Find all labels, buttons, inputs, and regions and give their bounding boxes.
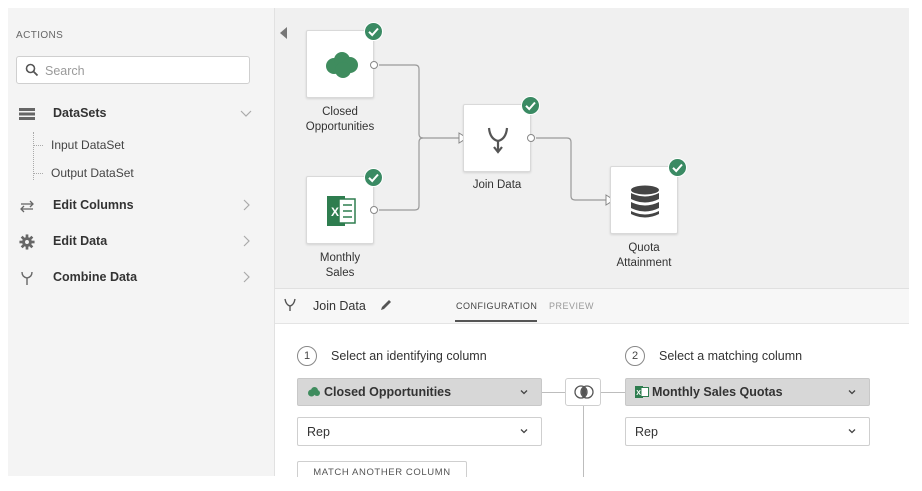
join-icon [284, 298, 296, 311]
search-box[interactable] [16, 56, 250, 84]
step-1-badge: 1 [297, 346, 317, 366]
panel-header: Join Data CONFIGURATION PREVIEW [275, 289, 909, 324]
svg-text:X: X [636, 390, 641, 397]
sidebar-title: ACTIONS [16, 30, 64, 41]
node-label-line: Sales [325, 267, 355, 279]
chevron-down-icon [240, 110, 252, 117]
node-label-line: Closed [322, 106, 358, 118]
node-label-line: Attainment [616, 257, 672, 269]
step-2-badge: 2 [625, 346, 645, 366]
action-combine-data-label: Combine Data [53, 270, 138, 284]
identifying-source-select[interactable]: Closed Opportunities [297, 378, 542, 406]
datasets-icon [19, 108, 35, 120]
matching-column-value: Rep [635, 425, 658, 439]
output-port[interactable] [370, 206, 378, 214]
check-circle-icon [521, 96, 540, 115]
connector-line [601, 392, 625, 393]
svg-text:X: X [331, 205, 339, 219]
database-icon [631, 185, 659, 218]
tab-configuration[interactable]: CONFIGURATION [456, 301, 537, 311]
action-edit-data[interactable]: Edit Data [8, 228, 274, 256]
flow-canvas[interactable]: Closed Opportunities X Monthly Sales Joi… [275, 8, 909, 288]
matching-source-select[interactable]: X Monthly Sales Quotas [625, 378, 870, 406]
sidebar-item-input-dataset[interactable]: Input DataSet [51, 138, 124, 152]
actions-sidebar: ACTIONS DataSets Input DataSet Output Da… [8, 8, 275, 476]
chevron-down-icon [520, 390, 528, 395]
chevron-right-icon [243, 199, 250, 211]
combine-icon [21, 271, 33, 285]
gear-icon [19, 234, 35, 250]
node-label-line: Monthly [319, 252, 361, 264]
chevron-down-icon [848, 390, 856, 395]
chevron-down-icon [848, 429, 856, 434]
node-label: Closed Opportunities [285, 105, 395, 135]
join-type-button[interactable] [565, 378, 601, 406]
step-1-label: Select an identifying column [331, 349, 487, 363]
edit-columns-icon [20, 200, 34, 213]
excel-icon: X [635, 386, 649, 398]
tree-branch [33, 173, 43, 174]
chevron-down-icon [520, 429, 528, 434]
join-config-panel: Join Data CONFIGURATION PREVIEW 1 Select… [275, 288, 909, 477]
tree-branch [33, 145, 43, 146]
search-input[interactable] [43, 61, 243, 81]
action-edit-columns[interactable]: Edit Columns [8, 192, 274, 220]
output-port[interactable] [370, 61, 378, 69]
identifying-source-value: Closed Opportunities [324, 385, 452, 399]
check-circle-icon [364, 168, 383, 187]
action-combine-data[interactable]: Combine Data [8, 264, 274, 292]
join-icon [487, 127, 509, 154]
pencil-icon[interactable] [379, 298, 393, 312]
action-datasets[interactable]: DataSets [8, 100, 274, 128]
node-label: Join Data [442, 178, 552, 193]
active-tab-indicator [455, 320, 537, 322]
excel-icon: X [327, 196, 356, 226]
sidebar-item-output-dataset[interactable]: Output DataSet [51, 166, 134, 180]
identifying-column-value: Rep [307, 425, 330, 439]
check-circle-icon [668, 158, 687, 177]
inner-join-icon [574, 385, 594, 399]
node-label-line: Join Data [472, 179, 522, 191]
search-icon [25, 63, 39, 77]
chevron-right-icon [243, 235, 250, 247]
tab-preview[interactable]: PREVIEW [549, 301, 594, 311]
connector-line [583, 406, 584, 477]
node-label: Quota Attainment [589, 241, 699, 271]
chevron-right-icon [243, 271, 250, 283]
match-another-column-button[interactable]: MATCH ANOTHER COLUMN [297, 461, 467, 477]
node-label-line: Opportunities [305, 121, 375, 133]
connector-line [542, 392, 565, 393]
salesforce-cloud-icon [326, 52, 358, 78]
node-label: Monthly Sales [285, 251, 395, 281]
check-circle-icon [364, 22, 383, 41]
action-datasets-label: DataSets [53, 106, 107, 120]
action-edit-data-label: Edit Data [53, 234, 108, 248]
output-port[interactable] [527, 134, 535, 142]
matching-column-select[interactable]: Rep [625, 417, 870, 446]
matching-source-value: Monthly Sales Quotas [652, 385, 783, 399]
step-2-label: Select a matching column [659, 349, 803, 363]
node-label-line: Quota [628, 242, 660, 254]
identifying-column-select[interactable]: Rep [297, 417, 542, 446]
salesforce-cloud-icon [308, 387, 320, 397]
panel-title: Join Data [313, 299, 366, 313]
action-edit-columns-label: Edit Columns [53, 198, 134, 212]
